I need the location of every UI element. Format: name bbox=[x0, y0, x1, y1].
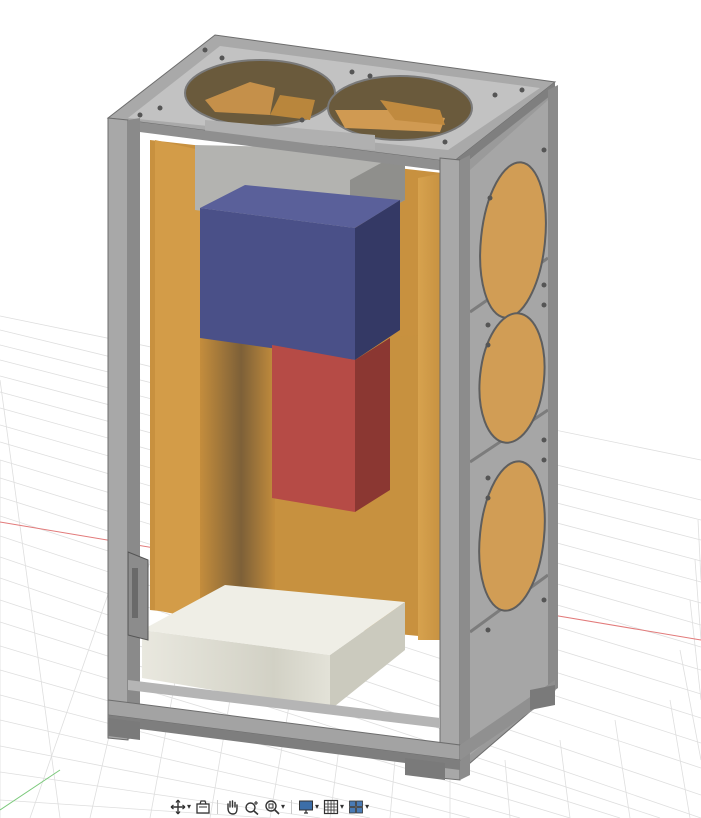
red-box bbox=[272, 338, 390, 512]
orbit-button[interactable]: ▾ bbox=[168, 797, 193, 817]
toolbar-separator bbox=[217, 800, 219, 814]
display-settings-button[interactable]: ▾ bbox=[296, 797, 321, 817]
chevron-down-icon: ▾ bbox=[340, 802, 345, 811]
navigation-toolbar: ▾ ▾ ▾ ▾ ▾ bbox=[168, 796, 408, 818]
chevron-down-icon: ▾ bbox=[187, 802, 192, 811]
3d-viewport[interactable] bbox=[0, 0, 701, 818]
fit-button[interactable]: ▾ bbox=[262, 797, 287, 817]
chevron-down-icon: ▾ bbox=[365, 802, 370, 811]
pan-button[interactable] bbox=[222, 797, 242, 817]
look-at-button[interactable] bbox=[193, 797, 213, 817]
look-at-icon bbox=[196, 800, 210, 814]
viewports-button[interactable]: ▾ bbox=[346, 797, 371, 817]
grid-settings-button[interactable]: ▾ bbox=[321, 797, 346, 817]
grid-settings-icon bbox=[323, 799, 339, 815]
orbit-icon bbox=[170, 799, 186, 815]
chevron-down-icon: ▾ bbox=[281, 802, 286, 811]
viewports-icon bbox=[349, 800, 363, 814]
pan-icon bbox=[227, 800, 238, 815]
enclosure-model[interactable] bbox=[106, 34, 558, 781]
display-settings-icon bbox=[299, 800, 314, 814]
fit-icon bbox=[265, 800, 280, 815]
lower-left-bracket bbox=[127, 551, 149, 641]
front-right-post bbox=[439, 157, 461, 781]
chevron-down-icon: ▾ bbox=[315, 802, 320, 811]
zoom-icon bbox=[245, 801, 259, 815]
left-wood-panel bbox=[155, 140, 200, 615]
zoom-button[interactable] bbox=[242, 797, 262, 817]
toolbar-separator bbox=[291, 800, 293, 814]
blue-box bbox=[200, 185, 400, 360]
center-wood-divider bbox=[200, 330, 275, 620]
front-left-post bbox=[107, 117, 129, 741]
